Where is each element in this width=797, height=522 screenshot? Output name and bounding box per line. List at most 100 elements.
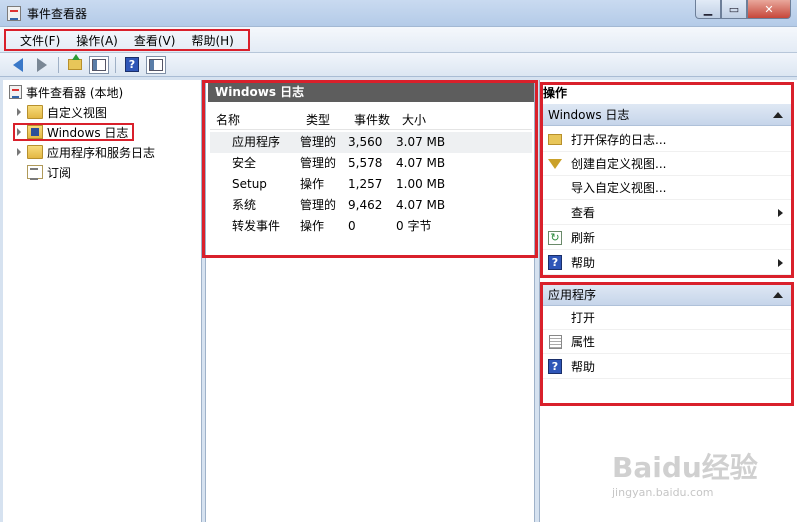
action-create-custom-view[interactable]: 创建自定义视图... [543, 152, 791, 176]
log-type: 管理的 [300, 135, 337, 149]
actions-title: 操作 [543, 86, 568, 100]
watermark-logo: Baidu经验 [612, 451, 758, 484]
log-name: Setup [232, 177, 267, 191]
log-name: 系统 [232, 198, 257, 212]
action-help[interactable]: ? 帮助 [543, 251, 791, 275]
menu-file[interactable]: 文件(F) [12, 31, 68, 49]
tree-item-windows-logs[interactable]: Windows 日志 [13, 122, 135, 142]
action-help-app[interactable]: ? 帮助 [543, 355, 791, 379]
action-view[interactable]: 查看 [543, 201, 791, 225]
tree-root[interactable]: 事件查看器 (本地) [9, 82, 123, 102]
back-button[interactable] [8, 56, 28, 74]
windows-logs-highlight: Windows 日志 [13, 123, 135, 141]
log-count: 5,578 [348, 156, 383, 170]
help-button[interactable]: ? [122, 56, 142, 74]
column-type[interactable]: 类型 [300, 110, 348, 129]
log-type: 操作 [300, 219, 325, 233]
action-label: 帮助 [571, 360, 596, 374]
show-console-tree-button[interactable] [89, 55, 109, 74]
log-name: 安全 [232, 156, 257, 170]
tree-root-label: 事件查看器 (本地) [26, 85, 124, 100]
log-count: 9,462 [348, 198, 383, 212]
column-event-count[interactable]: 事件数 [348, 110, 396, 129]
column-size[interactable]: 大小 [396, 110, 532, 129]
column-name[interactable]: 名称 [210, 110, 300, 129]
menu-view[interactable]: 查看(V) [126, 31, 184, 49]
table-row[interactable]: 转发事件 操作 0 0 字节 [210, 216, 532, 237]
expand-icon[interactable] [17, 128, 21, 136]
log-count: 0 [348, 219, 356, 233]
action-import-custom-view[interactable]: 导入自定义视图... [543, 176, 791, 200]
folder-icon [27, 105, 43, 119]
close-button[interactable]: ✕ [747, 0, 791, 19]
window-controls: ▁ ▭ ✕ [695, 0, 791, 19]
menu-items-highlight: 文件(F) 操作(A) 查看(V) 帮助(H) [4, 29, 250, 51]
forward-button[interactable] [32, 56, 52, 74]
action-open[interactable]: 打开 [543, 306, 791, 330]
action-label: 创建自定义视图... [571, 157, 667, 171]
action-refresh[interactable]: ↻ 刷新 [543, 226, 791, 250]
log-size: 4.07 MB [396, 156, 446, 170]
log-type: 管理的 [300, 156, 337, 170]
console-tree: 事件查看器 (本地) 自定义视图 Windows 日志 应用程序和服务日志 订阅 [3, 80, 202, 522]
refresh-icon: ↻ [548, 230, 562, 245]
minimize-button[interactable]: ▁ [695, 0, 721, 19]
forward-arrow-icon [37, 57, 47, 72]
windows-logs-folder-icon [27, 125, 43, 139]
table-row[interactable]: 应用程序 管理的 3,560 3.07 MB [210, 132, 532, 153]
tree-item-subscriptions[interactable]: 订阅 [17, 162, 71, 182]
action-label: 导入自定义视图... [571, 181, 667, 195]
menu-help[interactable]: 帮助(H) [183, 31, 241, 49]
table-row[interactable]: Setup 操作 1,257 1.00 MB [210, 174, 532, 195]
submenu-arrow-icon [778, 259, 783, 267]
collapse-icon[interactable] [773, 291, 783, 298]
open-folder-icon [548, 134, 562, 145]
submenu-arrow-icon [778, 209, 783, 217]
action-label: 打开 [571, 311, 596, 325]
subscriptions-icon [27, 165, 43, 180]
tree-item-custom-views[interactable]: 自定义视图 [17, 102, 107, 122]
log-name: 转发事件 [232, 219, 281, 233]
log-type: 操作 [300, 177, 325, 191]
maximize-button[interactable]: ▭ [721, 0, 747, 19]
section-header-application[interactable]: 应用程序 [543, 284, 791, 306]
collapse-icon[interactable] [773, 111, 783, 118]
folder-icon [27, 145, 43, 159]
help-icon: ? [125, 57, 139, 72]
action-label: 查看 [571, 206, 596, 220]
action-label: 属性 [571, 335, 596, 349]
show-action-pane-button[interactable] [146, 55, 166, 74]
action-open-saved-log[interactable]: 打开保存的日志... [543, 128, 791, 152]
properties-icon [548, 334, 562, 349]
action-properties[interactable]: 属性 [543, 330, 791, 354]
tree-item-label: Windows 日志 [47, 125, 129, 140]
tree-item-label: 自定义视图 [47, 105, 108, 120]
log-type: 管理的 [300, 198, 337, 212]
toolbar-separator [115, 56, 116, 73]
log-count: 3,560 [348, 135, 383, 149]
results-header: Windows 日志 [208, 82, 534, 102]
watermark-url: jingyan.baidu.com [612, 486, 714, 499]
help-icon: ? [548, 359, 562, 374]
menu-bar: 文件(F) 操作(A) 查看(V) 帮助(H) [0, 27, 797, 53]
title-bar: 事件查看器 ▁ ▭ ✕ [0, 0, 797, 27]
tree-item-label: 订阅 [47, 165, 72, 180]
back-arrow-icon [13, 57, 23, 72]
tree-item-app-service-logs[interactable]: 应用程序和服务日志 [17, 142, 155, 162]
expand-icon[interactable] [17, 108, 21, 116]
help-icon: ? [548, 255, 562, 270]
expand-icon[interactable] [17, 148, 21, 156]
window-title: 事件查看器 [27, 7, 88, 21]
toolbar-separator [58, 56, 59, 73]
toolbar: ? [0, 53, 797, 77]
log-count: 1,257 [348, 177, 383, 191]
section-header-windows-logs[interactable]: Windows 日志 [543, 104, 791, 126]
console-tree-icon [92, 58, 106, 71]
table-row[interactable]: 系统 管理的 9,462 4.07 MB [210, 195, 532, 216]
section-title: 应用程序 [548, 288, 597, 302]
up-level-button[interactable] [65, 54, 85, 74]
menu-action[interactable]: 操作(A) [68, 31, 126, 49]
log-size: 4.07 MB [396, 198, 446, 212]
table-row[interactable]: 安全 管理的 5,578 4.07 MB [210, 153, 532, 174]
action-pane-icon [149, 58, 163, 71]
